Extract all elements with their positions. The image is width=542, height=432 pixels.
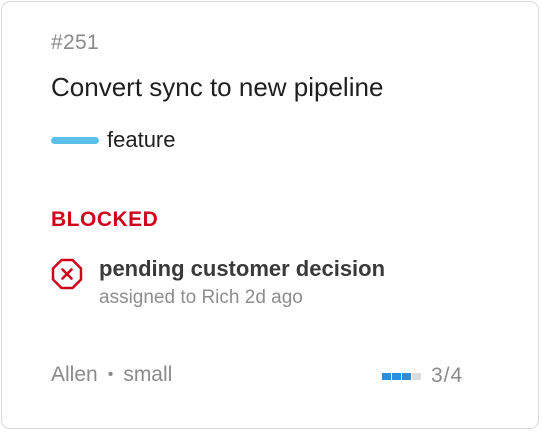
separator-dot: •	[107, 366, 114, 383]
x-octagon-icon	[51, 258, 83, 290]
progress-segment-done	[392, 372, 401, 380]
progress-bar	[382, 372, 421, 380]
blocker-subtitle: assigned to Rich 2d ago	[99, 287, 303, 308]
issue-number: #251	[51, 31, 99, 54]
assignee-name: Allen	[51, 363, 98, 386]
progress-segment-remaining	[412, 372, 421, 380]
label-text: feature	[107, 127, 176, 152]
footer-meta: Allen • small	[51, 363, 172, 387]
size-label: small	[123, 363, 173, 386]
issue-card[interactable]: #251 Convert sync to new pipeline featur…	[1, 1, 539, 429]
progress-text: 3/4	[431, 364, 464, 387]
blocker-title: pending customer decision	[99, 256, 386, 281]
issue-label: feature	[51, 126, 176, 154]
progress-indicator: 3/4	[382, 363, 463, 389]
progress-segment-done	[382, 372, 391, 380]
label-color-swatch	[51, 136, 99, 144]
status-badge: BLOCKED	[51, 208, 159, 231]
progress-segment-done	[402, 372, 411, 380]
issue-title: Convert sync to new pipeline	[51, 72, 384, 102]
